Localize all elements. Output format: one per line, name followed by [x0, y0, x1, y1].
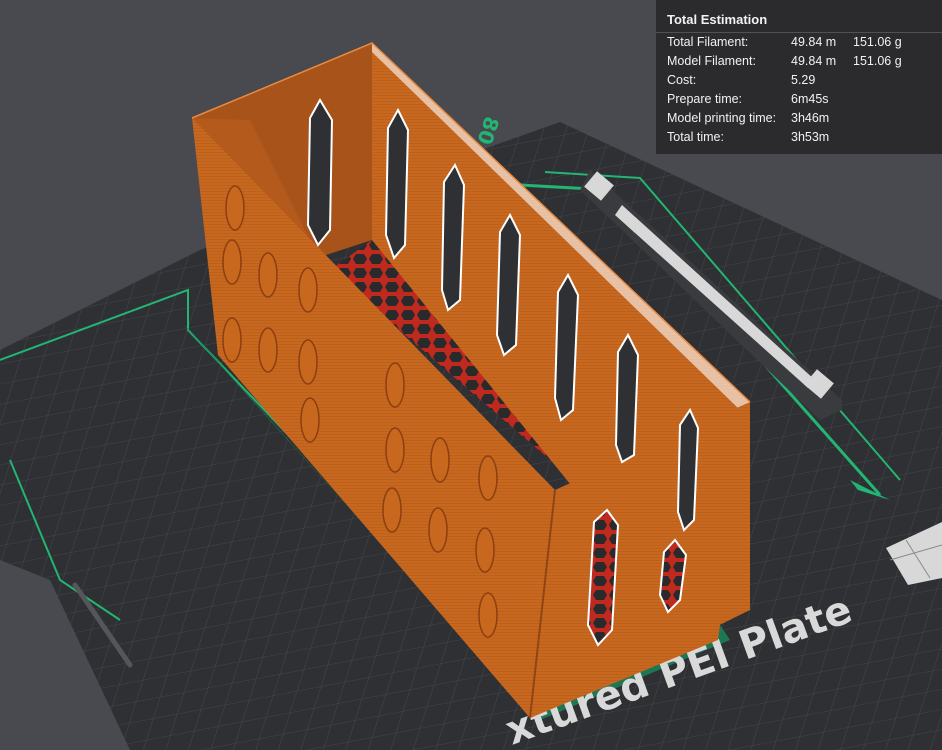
estimation-row: Model printing time: 3h46m — [667, 109, 942, 128]
row-label: Model printing time: — [667, 111, 777, 125]
row-label: Prepare time: — [667, 92, 743, 106]
row-value: 49.84 m — [791, 35, 837, 49]
estimation-row: Total time: 3h53m — [667, 128, 942, 147]
row-value-secondary: 151.06 g — [853, 54, 902, 68]
row-value: 3h53m — [791, 130, 830, 144]
estimation-row: Prepare time: 6m45s — [667, 90, 942, 109]
estimation-row: Cost: 5.29 — [667, 71, 942, 90]
row-value: 6m45s — [791, 92, 829, 106]
row-label: Total Filament: — [667, 35, 749, 49]
row-label: Cost: — [667, 73, 697, 87]
estimation-row: Model Filament: 49.84 m 151.06 g — [667, 52, 942, 71]
row-value: 3h46m — [791, 111, 830, 125]
panel-title: Total Estimation — [667, 12, 768, 27]
total-estimation-panel: Total Estimation Total Filament: 49.84 m… — [656, 0, 942, 154]
estimation-row: Total Filament: 49.84 m 151.06 g — [667, 33, 942, 52]
row-label: Model Filament: — [667, 54, 756, 68]
row-value: 49.84 m — [791, 54, 837, 68]
row-value-secondary: 151.06 g — [853, 35, 902, 49]
row-label: Total time: — [667, 130, 724, 144]
row-value: 5.29 — [791, 73, 816, 87]
